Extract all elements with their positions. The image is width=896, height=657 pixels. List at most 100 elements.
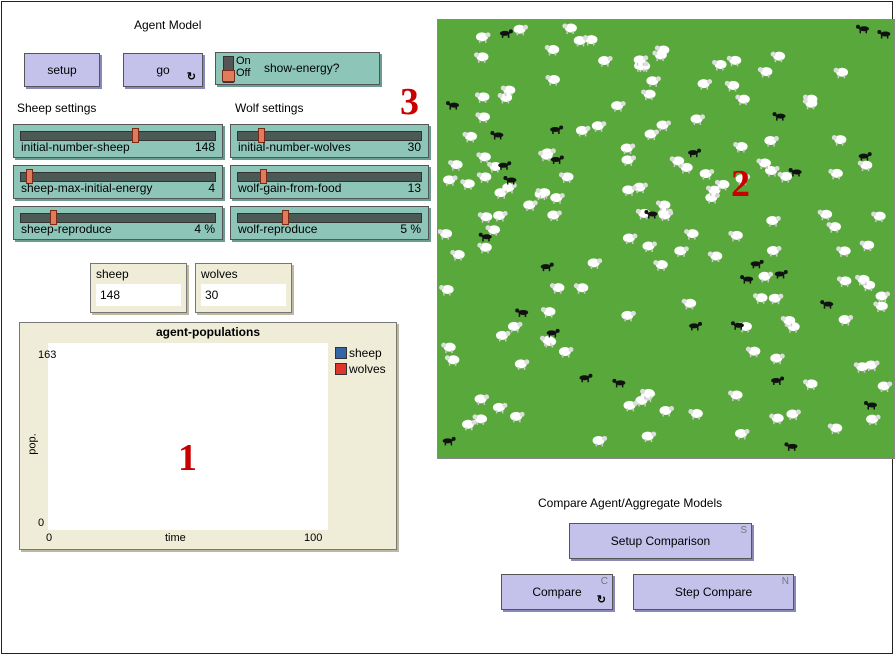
sheep-agent	[444, 355, 460, 366]
wolf-agent	[740, 275, 754, 284]
sheep-agent	[769, 413, 784, 425]
forever-icon: ↻	[596, 594, 606, 606]
wolf-agent	[499, 29, 513, 38]
sheep-agent	[450, 250, 465, 261]
legend-item-wolves: wolves	[335, 361, 386, 377]
slider-value: 4 %	[194, 222, 215, 236]
sheep-agent	[833, 67, 849, 79]
sheep-agent	[540, 307, 556, 318]
switch-label: show-energy?	[264, 61, 340, 75]
sheep-agent	[690, 114, 706, 125]
sheep-agent	[545, 75, 560, 86]
compare-button[interactable]: Compare C ↻	[501, 574, 613, 610]
sheep-agent	[827, 423, 843, 435]
sheep-agent	[764, 136, 779, 147]
sheep-agent	[611, 101, 626, 112]
slider-wolf-gain-from-food[interactable]: wolf-gain-from-food 13	[230, 165, 429, 199]
sheep-agent	[674, 246, 689, 257]
slider-sheep-reproduce[interactable]: sheep-reproduce 4 %	[13, 206, 223, 240]
wolf-agent	[445, 101, 459, 110]
sheep-agent	[688, 409, 703, 420]
step-compare-label: Step Compare	[674, 585, 753, 599]
setup-comparison-button[interactable]: Setup Comparison S	[569, 523, 752, 559]
world-view[interactable]	[437, 19, 895, 459]
sheep-agent	[707, 251, 723, 263]
sheep-agent	[745, 346, 761, 358]
sheep-agent	[684, 229, 699, 240]
sheep-agent	[623, 400, 639, 412]
sheep-agent	[462, 131, 477, 143]
hotkey-indicator: N	[781, 576, 789, 587]
slider-wolf-reproduce[interactable]: wolf-reproduce 5 %	[230, 206, 429, 240]
sheep-agent	[768, 293, 784, 305]
compare-section-title: Compare Agent/Aggregate Models	[538, 496, 723, 510]
slider-initial-number-sheep[interactable]: initial-number-sheep 148	[13, 124, 223, 158]
setup-button[interactable]: setup	[24, 53, 100, 87]
wolf-agent	[820, 300, 834, 309]
wolf-agent	[490, 130, 504, 140]
switch-thumb[interactable]	[222, 70, 235, 82]
sheep-agent	[838, 315, 854, 326]
model-title: Agent Model	[134, 18, 202, 32]
sheep-agent	[510, 411, 525, 423]
plot-x-label: time	[165, 532, 186, 544]
sheep-agent	[697, 79, 713, 90]
annotation-number-1: 1	[178, 437, 197, 479]
slider-initial-number-wolves[interactable]: initial-number-wolves 30	[230, 124, 429, 158]
sheep-agent	[474, 92, 490, 103]
sheep-agent	[475, 112, 490, 123]
monitor-sheep: sheep 148	[90, 263, 187, 313]
sheep-agent	[873, 301, 888, 313]
sheep-agent	[646, 76, 661, 87]
sheep-agent	[826, 222, 842, 233]
sheep-agent	[573, 283, 589, 294]
sheep-agent	[495, 330, 511, 342]
hotkey-indicator: C	[600, 576, 608, 587]
slider-sheep-max-initial-energy[interactable]: sheep-max-initial-energy 4	[13, 165, 223, 199]
annotation-number-3: 3	[400, 81, 419, 123]
slider-label: initial-number-sheep	[21, 140, 130, 154]
monitor-wolves: wolves 30	[195, 263, 292, 313]
sheep-agent	[544, 45, 560, 56]
sheep-agent	[558, 347, 574, 358]
sheep-agent	[462, 419, 477, 431]
sheep-agent	[728, 390, 743, 401]
hotkey-indicator: S	[740, 525, 747, 536]
sheep-agent	[770, 51, 786, 63]
sheep-agent	[724, 80, 740, 92]
sheep-agent	[558, 172, 574, 183]
sheep-agent	[439, 284, 454, 296]
monitor-value: 148	[96, 284, 181, 306]
monitor-value: 30	[201, 284, 286, 306]
sheep-agent	[507, 321, 523, 333]
sheep-agent	[591, 121, 607, 132]
slider-value: 4	[208, 181, 215, 195]
sheep-agent	[733, 142, 748, 153]
wolf-agent	[772, 112, 786, 121]
sheep-agent	[836, 276, 852, 287]
wolf-agent	[771, 376, 785, 385]
sheep-agent	[877, 381, 893, 393]
wolf-agent	[540, 262, 554, 272]
sheep-agent	[460, 179, 475, 190]
go-button-label: go	[156, 63, 170, 77]
sheep-agent	[802, 98, 818, 110]
legend-label-sheep: sheep	[349, 346, 382, 360]
show-energy-switch[interactable]: On Off show-energy?	[215, 52, 380, 85]
slider-value: 13	[407, 181, 421, 195]
wolf-settings-heading: Wolf settings	[235, 101, 304, 115]
slider-value: 5 %	[400, 222, 421, 236]
sheep-agent	[644, 129, 660, 141]
sheep-agent	[622, 185, 637, 196]
go-button[interactable]: go ↻	[123, 53, 203, 87]
sheep-agent	[621, 155, 637, 166]
switch-on-text: On	[236, 55, 251, 67]
sheep-agent	[550, 193, 565, 204]
slider-label: wolf-gain-from-food	[238, 181, 342, 195]
sheep-agent	[641, 431, 657, 443]
sheep-agent	[681, 298, 697, 310]
slider-thumb[interactable]	[132, 128, 139, 143]
step-compare-button[interactable]: Step Compare N	[633, 574, 794, 610]
sheep-agent	[642, 241, 657, 252]
sheep-agent	[757, 67, 773, 78]
